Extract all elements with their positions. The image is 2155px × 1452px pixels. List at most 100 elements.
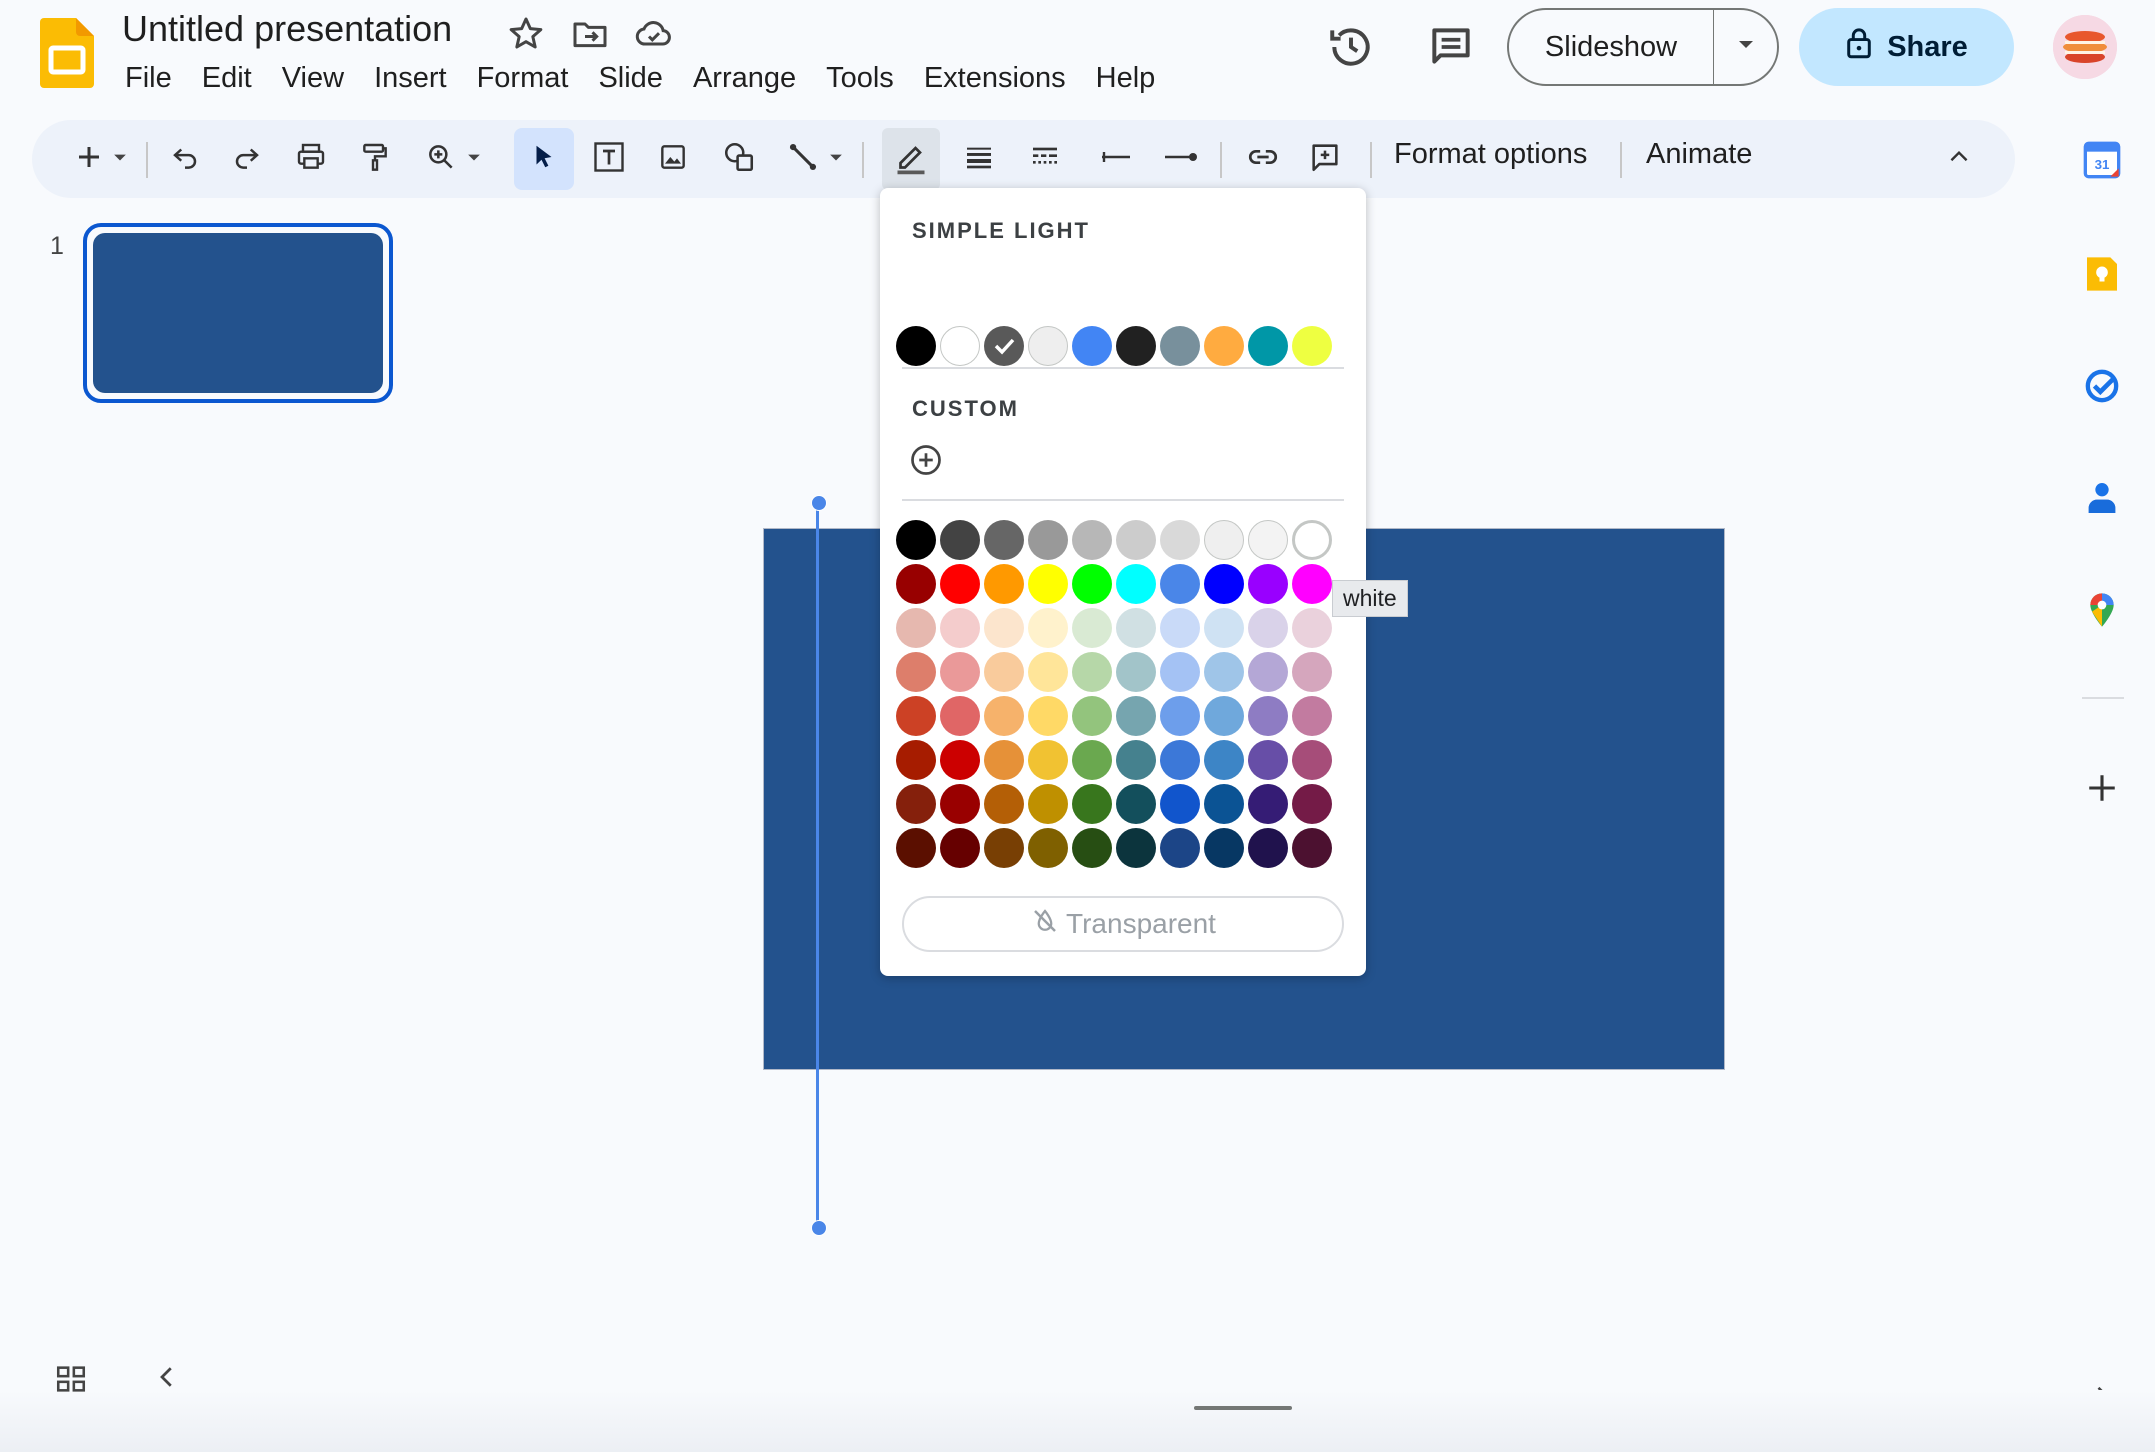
get-addons-icon[interactable]	[2080, 766, 2124, 810]
insert-link-button[interactable]	[1240, 136, 1286, 182]
color-swatch[interactable]	[1204, 608, 1244, 648]
shape-button[interactable]	[716, 136, 762, 182]
color-swatch[interactable]	[1160, 608, 1200, 648]
menu-tools[interactable]: Tools	[811, 60, 909, 97]
color-swatch[interactable]	[940, 696, 980, 736]
color-swatch[interactable]	[1028, 652, 1068, 692]
color-swatch[interactable]	[1072, 520, 1112, 560]
color-swatch[interactable]	[984, 652, 1024, 692]
animate-button[interactable]: Animate	[1646, 138, 1752, 171]
theme-color-swatch[interactable]	[1028, 326, 1068, 366]
color-swatch[interactable]	[1072, 740, 1112, 780]
line-color-button[interactable]	[882, 128, 940, 190]
account-avatar[interactable]	[2053, 15, 2117, 79]
color-swatch[interactable]	[1292, 652, 1332, 692]
tasks-icon[interactable]	[2080, 364, 2124, 408]
color-swatch[interactable]	[1072, 608, 1112, 648]
new-slide-layout-dropdown[interactable]	[104, 136, 136, 182]
color-swatch[interactable]	[1292, 696, 1332, 736]
color-swatch[interactable]	[1072, 564, 1112, 604]
calendar-icon[interactable]: 31	[2080, 138, 2124, 182]
color-swatch[interactable]	[1292, 608, 1332, 648]
color-swatch[interactable]	[1204, 652, 1244, 692]
color-swatch[interactable]	[1160, 828, 1200, 868]
keep-icon[interactable]	[2080, 252, 2124, 296]
collapse-toolbar-button[interactable]	[1936, 136, 1982, 182]
menu-extensions[interactable]: Extensions	[909, 60, 1081, 97]
color-swatch[interactable]	[1028, 564, 1068, 604]
undo-button[interactable]	[162, 136, 208, 182]
color-swatch[interactable]	[1116, 652, 1156, 692]
color-swatch[interactable]	[940, 740, 980, 780]
color-swatch[interactable]	[1292, 740, 1332, 780]
color-swatch[interactable]	[984, 784, 1024, 824]
color-swatch[interactable]	[1160, 784, 1200, 824]
color-swatch[interactable]	[1204, 696, 1244, 736]
color-swatch[interactable]	[896, 828, 936, 868]
menu-slide[interactable]: Slide	[583, 60, 678, 97]
theme-color-swatch[interactable]	[984, 326, 1024, 366]
collapse-filmstrip-button[interactable]	[152, 1362, 186, 1396]
color-swatch[interactable]	[1072, 828, 1112, 868]
add-custom-color-button[interactable]	[908, 442, 944, 478]
star-icon[interactable]	[506, 14, 546, 54]
color-swatch[interactable]	[896, 696, 936, 736]
color-swatch[interactable]	[1160, 564, 1200, 604]
slideshow-options-dropdown[interactable]	[1714, 10, 1777, 84]
color-swatch[interactable]	[1072, 696, 1112, 736]
color-swatch[interactable]	[1248, 520, 1288, 560]
color-swatch[interactable]	[940, 828, 980, 868]
menu-format[interactable]: Format	[462, 60, 584, 97]
version-history-icon[interactable]	[1326, 22, 1378, 74]
color-swatch[interactable]	[1292, 828, 1332, 868]
grid-view-button[interactable]	[54, 1362, 88, 1396]
theme-color-swatch[interactable]	[1292, 326, 1332, 366]
print-button[interactable]	[288, 136, 334, 182]
color-swatch[interactable]	[896, 520, 936, 560]
color-swatch[interactable]	[896, 564, 936, 604]
slides-logo[interactable]	[40, 18, 94, 88]
color-swatch[interactable]	[1028, 740, 1068, 780]
redo-button[interactable]	[224, 136, 270, 182]
line-type-dropdown[interactable]	[820, 136, 852, 182]
color-swatch[interactable]	[1028, 608, 1068, 648]
theme-color-swatch[interactable]	[896, 326, 936, 366]
theme-color-swatch[interactable]	[1160, 326, 1200, 366]
color-swatch[interactable]	[1204, 828, 1244, 868]
theme-color-swatch[interactable]	[1116, 326, 1156, 366]
slideshow-button[interactable]: Slideshow	[1509, 10, 1714, 84]
color-swatch[interactable]	[1116, 784, 1156, 824]
color-swatch[interactable]	[1292, 520, 1332, 560]
color-swatch[interactable]	[984, 740, 1024, 780]
menu-edit[interactable]: Edit	[187, 60, 267, 97]
line-start-button[interactable]	[1092, 136, 1138, 182]
menu-help[interactable]: Help	[1081, 60, 1171, 97]
color-swatch[interactable]	[896, 740, 936, 780]
color-swatch[interactable]	[1292, 784, 1332, 824]
menu-view[interactable]: View	[267, 60, 359, 97]
color-swatch[interactable]	[1248, 652, 1288, 692]
color-swatch[interactable]	[1028, 696, 1068, 736]
color-swatch[interactable]	[1116, 740, 1156, 780]
color-swatch[interactable]	[896, 608, 936, 648]
menu-arrange[interactable]: Arrange	[678, 60, 811, 97]
theme-color-swatch[interactable]	[1072, 326, 1112, 366]
color-swatch[interactable]	[984, 828, 1024, 868]
select-tool-button[interactable]	[514, 128, 574, 190]
line-end-button[interactable]	[1158, 136, 1204, 182]
text-box-button[interactable]	[586, 136, 632, 182]
zoom-dropdown[interactable]	[458, 136, 490, 182]
line-weight-button[interactable]	[956, 136, 1002, 182]
color-swatch[interactable]	[1204, 784, 1244, 824]
paint-format-button[interactable]	[352, 136, 398, 182]
color-swatch[interactable]	[984, 520, 1024, 560]
color-swatch[interactable]	[1028, 828, 1068, 868]
color-swatch[interactable]	[1248, 784, 1288, 824]
color-swatch[interactable]	[1248, 696, 1288, 736]
color-swatch[interactable]	[1116, 608, 1156, 648]
theme-color-swatch[interactable]	[1248, 326, 1288, 366]
color-swatch[interactable]	[1160, 740, 1200, 780]
format-options-button[interactable]: Format options	[1394, 138, 1587, 171]
line-start-handle[interactable]	[811, 495, 827, 511]
color-swatch[interactable]	[1116, 828, 1156, 868]
